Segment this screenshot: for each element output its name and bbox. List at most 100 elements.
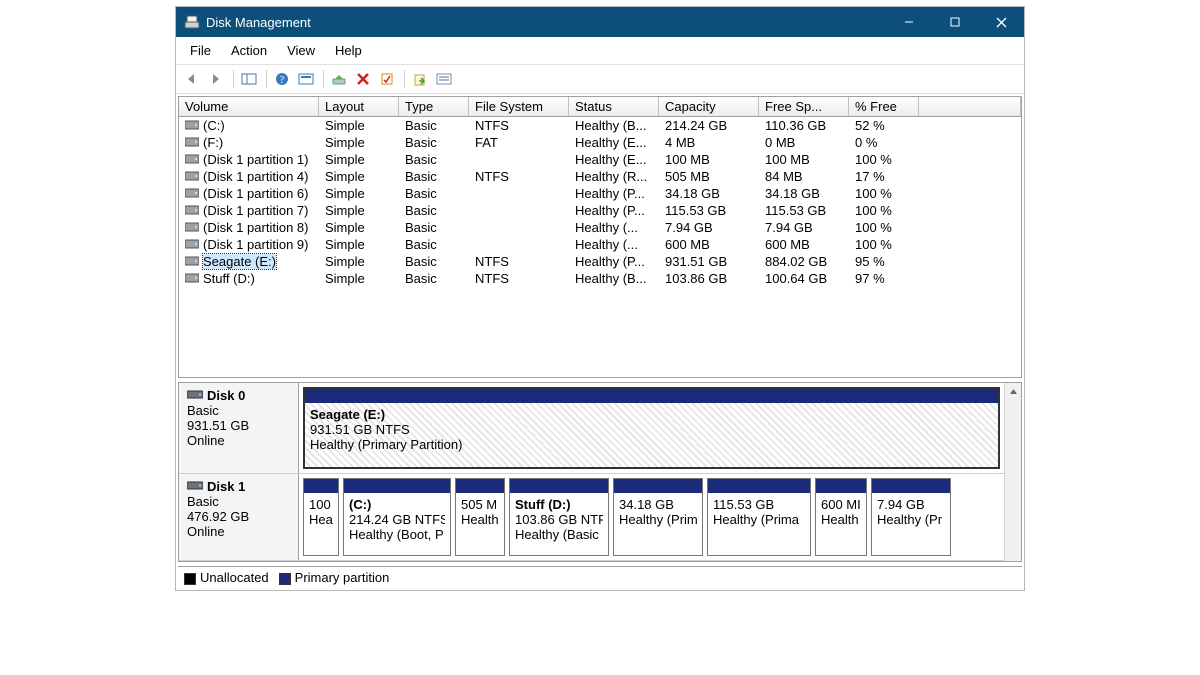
refresh-button[interactable]: [295, 68, 317, 90]
titlebar[interactable]: Disk Management: [176, 7, 1024, 37]
volume-type: Basic: [399, 185, 469, 202]
volume-type: Basic: [399, 117, 469, 134]
partition-line: Hea: [309, 512, 333, 527]
volume-capacity: 505 MB: [659, 168, 759, 185]
volume-icon: [185, 169, 199, 184]
volume-free: 0 MB: [759, 134, 849, 151]
disk1-partition[interactable]: 115.53 GBHealthy (Prima: [707, 478, 811, 556]
partition-line: 214.24 GB NTFS: [349, 512, 445, 527]
disk1-partition[interactable]: 505 MHealth: [455, 478, 505, 556]
partition-line: 34.18 GB: [619, 497, 697, 512]
volume-fs: NTFS: [469, 117, 569, 134]
volume-layout: Simple: [319, 236, 399, 253]
volume-fs: NTFS: [469, 253, 569, 270]
disk1-partition[interactable]: Stuff (D:)103.86 GB NTFHealthy (Basic: [509, 478, 609, 556]
menu-view[interactable]: View: [277, 41, 325, 60]
disk1-capacity: 476.92 GB: [187, 509, 290, 524]
show-hide-tree-button[interactable]: [238, 68, 260, 90]
volume-row[interactable]: (Disk 1 partition 8)SimpleBasicHealthy (…: [179, 219, 1021, 236]
volume-free: 34.18 GB: [759, 185, 849, 202]
volume-row[interactable]: Stuff (D:)SimpleBasicNTFSHealthy (B...10…: [179, 270, 1021, 287]
volume-list[interactable]: Volume Layout Type File System Status Ca…: [178, 96, 1022, 378]
volume-row[interactable]: (Disk 1 partition 7)SimpleBasicHealthy (…: [179, 202, 1021, 219]
volume-row[interactable]: (Disk 1 partition 4)SimpleBasicNTFSHealt…: [179, 168, 1021, 185]
volume-row[interactable]: (F:)SimpleBasicFATHealthy (E...4 MB0 MB0…: [179, 134, 1021, 151]
menu-action[interactable]: Action: [221, 41, 277, 60]
minimize-button[interactable]: [886, 7, 932, 37]
disk1-partition[interactable]: 34.18 GBHealthy (Prim: [613, 478, 703, 556]
volume-capacity: 103.86 GB: [659, 270, 759, 287]
col-capacity[interactable]: Capacity: [659, 97, 759, 116]
col-type[interactable]: Type: [399, 97, 469, 116]
partition-line2: 931.51 GB NTFS: [310, 422, 993, 437]
volume-status: Healthy (E...: [569, 134, 659, 151]
volume-row[interactable]: (C:)SimpleBasicNTFSHealthy (B...214.24 G…: [179, 117, 1021, 134]
volume-status: Healthy (E...: [569, 151, 659, 168]
disk-row-1: Disk 1 Basic 476.92 GB Online 100Hea(C:)…: [179, 474, 1004, 561]
swatch-primary-icon: [279, 573, 291, 585]
volume-row[interactable]: (Disk 1 partition 6)SimpleBasicHealthy (…: [179, 185, 1021, 202]
volume-free: 600 MB: [759, 236, 849, 253]
volume-status: Healthy (...: [569, 219, 659, 236]
volume-icon: [185, 118, 199, 133]
disk0-info[interactable]: Disk 0 Basic 931.51 GB Online: [179, 383, 299, 473]
volume-name: (F:): [203, 135, 223, 150]
close-button[interactable]: [978, 7, 1024, 37]
disk1-name: Disk 1: [207, 479, 245, 494]
help-button[interactable]: ?: [271, 68, 293, 90]
action-list-button[interactable]: [433, 68, 455, 90]
menu-file[interactable]: File: [180, 41, 221, 60]
disk0-partition-seagate[interactable]: Seagate (E:) 931.51 GB NTFS Healthy (Pri…: [303, 387, 1000, 469]
disk1-partition[interactable]: 7.94 GBHealthy (Pr: [871, 478, 951, 556]
volume-icon: [185, 237, 199, 252]
settings-button[interactable]: [328, 68, 350, 90]
col-free[interactable]: Free Sp...: [759, 97, 849, 116]
delete-button[interactable]: [352, 68, 374, 90]
volume-fs: [469, 236, 569, 253]
volume-type: Basic: [399, 151, 469, 168]
volume-row[interactable]: Seagate (E:)SimpleBasicNTFSHealthy (P...…: [179, 253, 1021, 270]
volume-pct: 52 %: [849, 117, 919, 134]
volume-fs: [469, 151, 569, 168]
legend-unallocated: Unallocated: [184, 570, 269, 585]
disk1-info[interactable]: Disk 1 Basic 476.92 GB Online: [179, 474, 299, 560]
volume-row[interactable]: (Disk 1 partition 9)SimpleBasicHealthy (…: [179, 236, 1021, 253]
col-fs[interactable]: File System: [469, 97, 569, 116]
window-title: Disk Management: [206, 15, 886, 30]
scrollbar[interactable]: [1004, 383, 1021, 561]
volume-free: 100.64 GB: [759, 270, 849, 287]
volume-free: 110.36 GB: [759, 117, 849, 134]
swatch-unallocated-icon: [184, 573, 196, 585]
volume-free: 100 MB: [759, 151, 849, 168]
partition-line: Healthy (Prima: [713, 512, 805, 527]
volume-icon: [185, 186, 199, 201]
back-button[interactable]: [181, 68, 203, 90]
volume-name: (Disk 1 partition 8): [203, 220, 308, 235]
col-layout[interactable]: Layout: [319, 97, 399, 116]
partition-line: Healthy (Boot, P: [349, 527, 445, 542]
disk1-partition[interactable]: 100Hea: [303, 478, 339, 556]
forward-button[interactable]: [205, 68, 227, 90]
col-status[interactable]: Status: [569, 97, 659, 116]
upload-button[interactable]: [409, 68, 431, 90]
volume-capacity: 600 MB: [659, 236, 759, 253]
col-volume[interactable]: Volume: [179, 97, 319, 116]
volume-layout: Simple: [319, 117, 399, 134]
volume-type: Basic: [399, 236, 469, 253]
disk0-name: Disk 0: [207, 388, 245, 403]
disk-row-0: Disk 0 Basic 931.51 GB Online Seagate (E…: [179, 383, 1004, 474]
disk1-partition[interactable]: (C:)214.24 GB NTFSHealthy (Boot, P: [343, 478, 451, 556]
col-pct[interactable]: % Free: [849, 97, 919, 116]
maximize-button[interactable]: [932, 7, 978, 37]
volume-icon: [185, 152, 199, 167]
volume-status: Healthy (P...: [569, 253, 659, 270]
disk1-partition[interactable]: 600 MIHealth: [815, 478, 867, 556]
scroll-up-icon[interactable]: [1005, 383, 1021, 400]
properties-button[interactable]: [376, 68, 398, 90]
menu-help[interactable]: Help: [325, 41, 372, 60]
volume-layout: Simple: [319, 151, 399, 168]
partition-line: Healthy (Pr: [877, 512, 945, 527]
volume-row[interactable]: (Disk 1 partition 1)SimpleBasicHealthy (…: [179, 151, 1021, 168]
volume-type: Basic: [399, 253, 469, 270]
toolbar: ?: [176, 65, 1024, 94]
